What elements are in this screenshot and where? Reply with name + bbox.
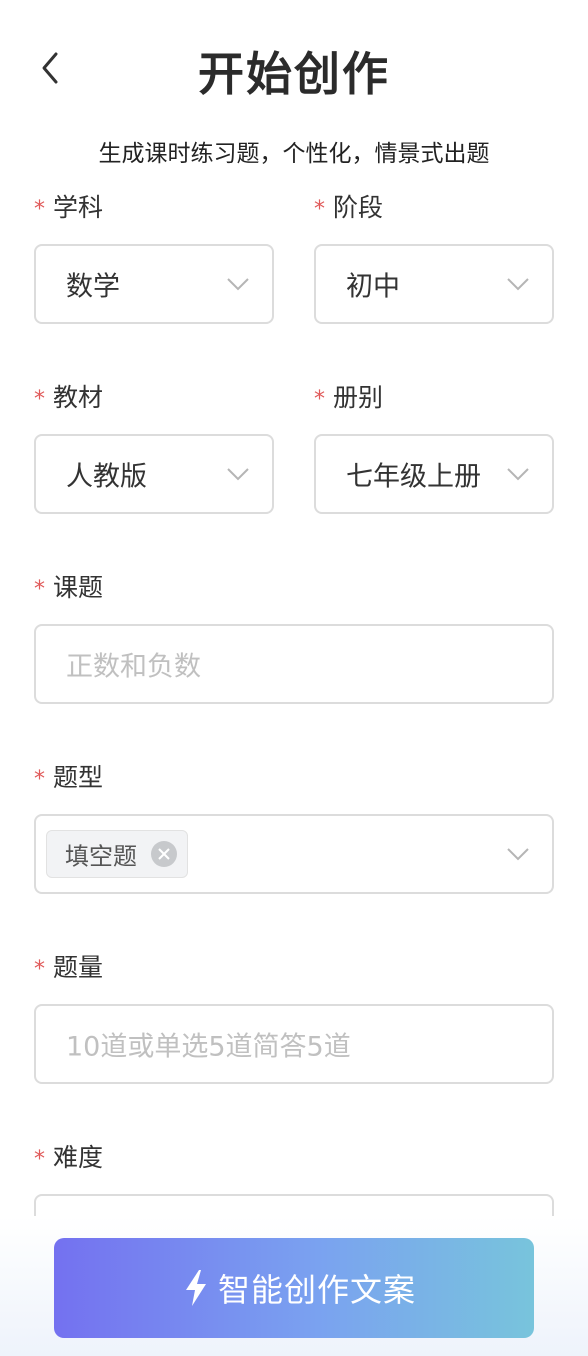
chevron-down-icon	[227, 278, 249, 291]
difficulty-label-text: 难度	[53, 1143, 104, 1172]
page-subtitle: 生成课时练习题，个性化，情景式出题	[98, 141, 490, 167]
textbook-select[interactable]: 人教版	[34, 434, 274, 514]
chevron-down-icon	[227, 468, 249, 481]
question-count-label-text: 题量	[53, 953, 104, 982]
question-type-label: * 题型	[34, 758, 103, 794]
textbook-label-text: 教材	[53, 383, 104, 412]
generate-button-label: 智能创作文案	[218, 1271, 417, 1309]
required-mark: *	[34, 767, 45, 792]
question-type-tag: 填空题	[46, 830, 188, 878]
topic-label-text: 课题	[53, 573, 104, 602]
stage-value: 初中	[346, 271, 400, 303]
topic-placeholder: 正数和负数	[66, 651, 201, 683]
subject-select[interactable]: 数学	[34, 244, 274, 324]
volume-label: * 册别	[314, 378, 383, 414]
required-mark: *	[34, 577, 45, 602]
question-type-select[interactable]: 填空题	[34, 814, 554, 894]
question-count-label: * 题量	[34, 948, 103, 984]
tag-label: 填空题	[65, 842, 137, 871]
required-mark: *	[34, 387, 45, 412]
required-mark: *	[314, 197, 325, 222]
subject-label-text: 学科	[53, 193, 104, 222]
stage-label-text: 阶段	[333, 193, 384, 222]
stage-select[interactable]: 初中	[314, 244, 554, 324]
chevron-down-icon	[507, 278, 529, 291]
question-count-input[interactable]: 10道或单选5道简答5道	[34, 1004, 554, 1084]
page-title: 开始创作	[198, 47, 390, 101]
difficulty-label: * 难度	[34, 1138, 103, 1174]
volume-label-text: 册别	[333, 383, 384, 412]
subject-label: * 学科	[34, 188, 103, 224]
subject-value: 数学	[66, 271, 120, 303]
textbook-label: * 教材	[34, 378, 103, 414]
tag-remove-icon[interactable]	[151, 841, 177, 867]
lightning-icon	[186, 1270, 206, 1306]
question-count-placeholder: 10道或单选5道简答5道	[66, 1031, 351, 1063]
chevron-down-icon	[507, 848, 529, 861]
stage-label: * 阶段	[314, 188, 383, 224]
volume-select[interactable]: 七年级上册	[314, 434, 554, 514]
topic-input[interactable]: 正数和负数	[34, 624, 554, 704]
required-mark: *	[34, 197, 45, 222]
required-mark: *	[34, 957, 45, 982]
chevron-down-icon	[507, 468, 529, 481]
textbook-value: 人教版	[66, 461, 147, 493]
generate-button[interactable]: 智能创作文案	[54, 1238, 534, 1338]
required-mark: *	[34, 1147, 45, 1172]
question-type-label-text: 题型	[53, 763, 104, 792]
volume-value: 七年级上册	[346, 461, 481, 493]
required-mark: *	[314, 387, 325, 412]
topic-label: * 课题	[34, 568, 103, 604]
header: 开始创作 生成课时练习题，个性化，情景式出题	[0, 0, 588, 167]
